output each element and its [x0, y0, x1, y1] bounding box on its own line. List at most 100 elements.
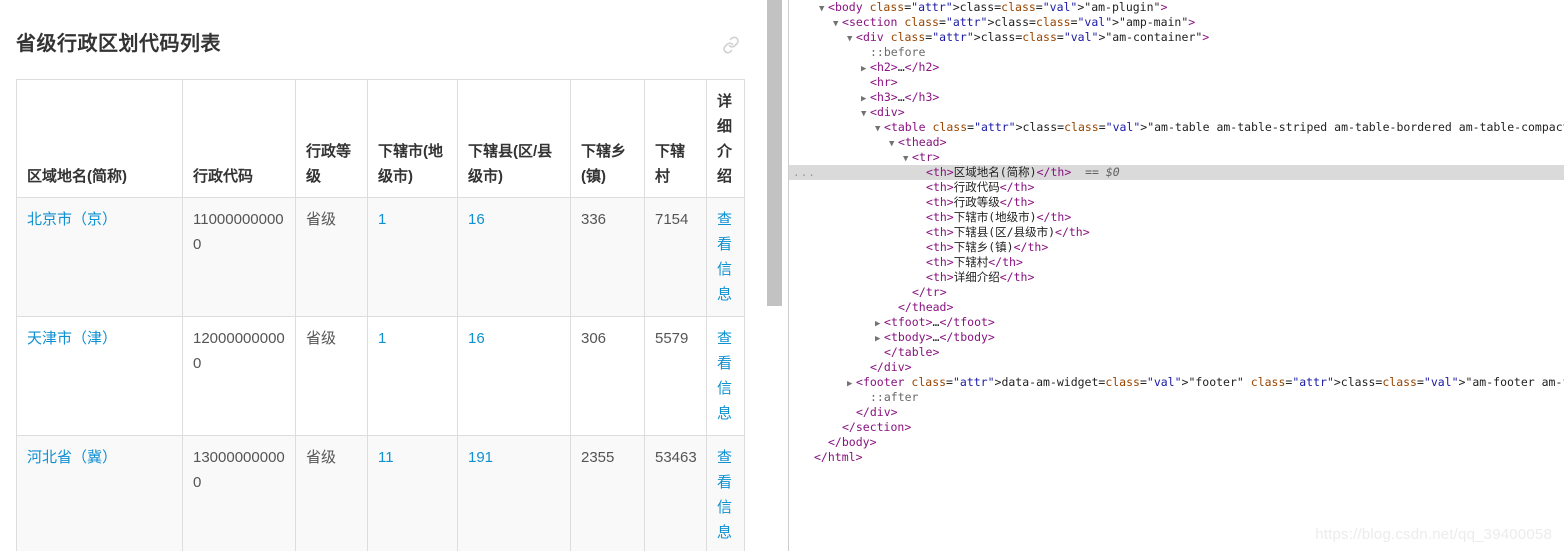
cell-counties-link[interactable]: 191	[468, 449, 493, 466]
dom-tree-line[interactable]: <th>行政代码</th>	[789, 180, 1564, 195]
table-row: 河北省（冀） 130000000000 省级 11 191 2355 53463 查看信息	[16, 435, 745, 551]
dom-tree-line-text: <th>下辖村</th>	[926, 255, 1023, 269]
cell-towns: 306	[570, 316, 645, 436]
dom-tree-line[interactable]: <tbody>…</tbody>	[789, 330, 1564, 345]
cell-cities[interactable]: 11	[367, 435, 458, 551]
cell-region-name[interactable]: 天津市（津）	[16, 316, 183, 436]
screenshot-root: 省级行政区划代码列表 区域地名(简称) 行政代码 行政等级 下辖市(地级市) 下…	[0, 0, 1564, 551]
dom-tree-line-text: <div>	[870, 105, 905, 119]
col-header-admin-code[interactable]: 行政代码	[182, 79, 296, 198]
dom-tree-line[interactable]: </section>	[789, 420, 1564, 435]
dom-tree-line[interactable]: <body class="attr">class=class="val">"am…	[789, 0, 1564, 15]
dom-tree-line[interactable]: <tfoot>…</tfoot>	[789, 315, 1564, 330]
cell-detail-link[interactable]: 查看信息	[717, 449, 732, 541]
col-header-admin-level[interactable]: 行政等级	[295, 79, 368, 198]
dom-tree-line[interactable]: <section class="attr">class=class="val">…	[789, 15, 1564, 30]
page-title-row: 省级行政区划代码列表	[16, 0, 748, 66]
dom-tree-line[interactable]: <tr>	[789, 150, 1564, 165]
table-row: 北京市（京） 110000000000 省级 1 16 336 7154 查看信息	[16, 197, 745, 317]
dom-tree-line-text: <th>区域地名(简称)</th> == $0	[926, 165, 1120, 179]
cell-counties-link[interactable]: 16	[468, 211, 485, 228]
dom-tree-line[interactable]: <h2>…</h2>	[789, 60, 1564, 75]
page-title: 省级行政区划代码列表	[16, 33, 221, 55]
scrollbar-thumb[interactable]	[767, 0, 782, 306]
dom-tree-line-text: <th>详细介绍</th>	[926, 270, 1035, 284]
cell-counties[interactable]: 16	[457, 316, 571, 436]
col-header-towns[interactable]: 下辖乡(镇)	[570, 79, 645, 198]
cell-detail[interactable]: 查看信息	[706, 316, 745, 436]
link-chain-icon[interactable]	[722, 36, 740, 54]
dom-tree-line-text: <th>下辖乡(镇)</th>	[926, 240, 1049, 254]
cell-admin-code: 110000000000	[182, 197, 296, 317]
cell-cities-link[interactable]: 11	[378, 449, 394, 466]
col-header-counties[interactable]: 下辖县(区/县级市)	[457, 79, 571, 198]
col-header-region-name[interactable]: 区域地名(简称)	[16, 79, 183, 198]
dom-tree-line[interactable]: ::after	[789, 390, 1564, 405]
cell-region-name-link[interactable]: 河北省（冀）	[27, 449, 117, 466]
dom-tree-line[interactable]: <th>行政等级</th>	[789, 195, 1564, 210]
dom-tree-line-text: <div class="attr">class	[856, 30, 1016, 44]
dom-tree-line[interactable]: </html>	[789, 450, 1564, 465]
cell-cities[interactable]: 1	[367, 197, 458, 317]
cell-detail[interactable]: 查看信息	[706, 197, 745, 317]
dom-tree-line[interactable]: <th>下辖市(地级市)</th>	[789, 210, 1564, 225]
col-header-detail[interactable]: 详细介绍	[706, 79, 745, 198]
dom-tree-line[interactable]: ... <th>区域地名(简称)</th> == $0	[789, 165, 1564, 180]
dom-tree-line-text: <th>下辖市(地级市)</th>	[926, 210, 1072, 224]
dom-tree-line[interactable]: </table>	[789, 345, 1564, 360]
dom-tree-line[interactable]: <hr>	[789, 75, 1564, 90]
dom-tree-line[interactable]: </thead>	[789, 300, 1564, 315]
cell-detail[interactable]: 查看信息	[706, 435, 745, 551]
dom-tree-line-text: <footer class="attr">data-am-widget	[856, 375, 1099, 389]
cell-villages: 7154	[644, 197, 707, 317]
dom-tree-line[interactable]: <th>下辖县(区/县级市)</th>	[789, 225, 1564, 240]
dom-tree-line[interactable]: </div>	[789, 360, 1564, 375]
cell-region-name[interactable]: 河北省（冀）	[16, 435, 183, 551]
cell-admin-code: 130000000000	[182, 435, 296, 551]
dom-tree-line[interactable]: </div>	[789, 405, 1564, 420]
cell-detail-link[interactable]: 查看信息	[717, 211, 732, 303]
page-content: 省级行政区划代码列表 区域地名(简称) 行政代码 行政等级 下辖市(地级市) 下…	[0, 0, 764, 551]
cell-towns: 336	[570, 197, 645, 317]
dom-tree-line[interactable]: <th>详细介绍</th>	[789, 270, 1564, 285]
page-vertical-scrollbar[interactable]	[764, 0, 788, 551]
col-header-villages[interactable]: 下辖村	[644, 79, 707, 198]
dom-tree-line[interactable]: <footer class="attr">data-am-widget=clas…	[789, 375, 1564, 390]
cell-admin-code: 120000000000	[182, 316, 296, 436]
cell-counties[interactable]: 191	[457, 435, 571, 551]
dom-tree-line-text: ::after	[870, 390, 919, 404]
dom-tree-line-text: </div>	[856, 405, 898, 419]
cell-region-name-link[interactable]: 北京市（京）	[27, 211, 117, 228]
dom-tree-line[interactable]: ::before	[789, 45, 1564, 60]
watermark: https://blog.csdn.net/qq_39400058	[1315, 526, 1552, 543]
dom-tree-line-text: <section class="attr">class	[842, 15, 1029, 29]
dom-tree-line[interactable]: <h3>…</h3>	[789, 90, 1564, 105]
cell-cities[interactable]: 1	[367, 316, 458, 436]
dom-tree-line[interactable]: <div>	[789, 105, 1564, 120]
dom-tree-line-text: ::before	[870, 45, 926, 59]
dom-tree-line[interactable]: </tr>	[789, 285, 1564, 300]
dom-tree-line-text: <thead>	[898, 135, 947, 149]
dom-tree-line[interactable]: <table class="attr">class=class="val">"a…	[789, 120, 1564, 135]
dom-tree-line[interactable]: <div class="attr">class=class="val">"am-…	[789, 30, 1564, 45]
cell-cities-link[interactable]: 1	[378, 330, 386, 347]
dom-tree-line[interactable]: </body>	[789, 435, 1564, 450]
selected-node-badge: ...	[793, 166, 816, 179]
col-header-cities[interactable]: 下辖市(地级市)	[367, 79, 458, 198]
cell-detail-link[interactable]: 查看信息	[717, 330, 732, 422]
dom-tree-line-text: <th>行政代码</th>	[926, 180, 1035, 194]
dom-tree-line[interactable]: <thead>	[789, 135, 1564, 150]
dom-tree-line[interactable]: <th>下辖乡(镇)</th>	[789, 240, 1564, 255]
dom-tree-line-text: <table class="attr">class	[884, 120, 1058, 134]
cell-counties[interactable]: 16	[457, 197, 571, 317]
devtools-elements-panel: <body class="attr">class=class="val">"am…	[789, 0, 1564, 551]
dom-tree-line-text: <tr>	[912, 150, 940, 164]
cell-counties-link[interactable]: 16	[468, 330, 485, 347]
table-body: 北京市（京） 110000000000 省级 1 16 336 7154 查看信息 天津市（津）…	[16, 197, 745, 551]
dom-tree-line[interactable]: <th>下辖村</th>	[789, 255, 1564, 270]
cell-cities-link[interactable]: 1	[378, 211, 386, 228]
cell-region-name[interactable]: 北京市（京）	[16, 197, 183, 317]
dom-tree: <body class="attr">class=class="val">"am…	[789, 0, 1564, 465]
cell-region-name-link[interactable]: 天津市（津）	[27, 330, 117, 347]
dom-tree-line-text: </tr>	[912, 285, 947, 299]
